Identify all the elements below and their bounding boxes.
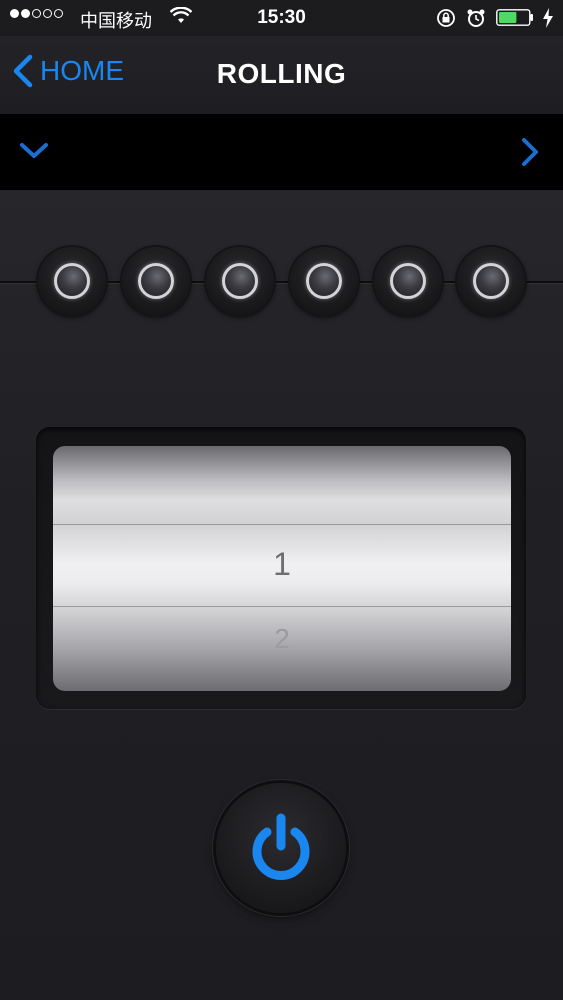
led-indicator-4[interactable] [290,247,358,315]
picker-divider [53,524,511,525]
charging-icon [542,8,554,33]
orientation-lock-icon [436,8,456,33]
led-indicator-2[interactable] [122,247,190,315]
alarm-icon [466,8,486,33]
led-indicator-6[interactable] [457,247,525,315]
page-title: ROLLING [216,58,347,89]
navigation-bar: HOME ROLLING [0,36,563,114]
picker-next-value: 2 [274,623,290,654]
led-indicator-3[interactable] [206,247,274,315]
chevron-down-icon[interactable] [18,140,50,167]
picker-divider [53,606,511,607]
main-panel: 1 2 [0,190,563,1000]
battery-icon [496,9,534,26]
power-icon [252,813,310,880]
power-button[interactable] [216,783,346,913]
led-indicator-1[interactable] [38,247,106,315]
selector-bar [0,114,563,190]
status-bar: 中国移动 15:30 [0,0,563,36]
chevron-right-icon[interactable] [518,136,542,173]
number-picker[interactable]: 1 2 [53,446,511,691]
picker-selected-value: 1 [273,546,291,582]
led-indicator-5[interactable] [374,247,442,315]
